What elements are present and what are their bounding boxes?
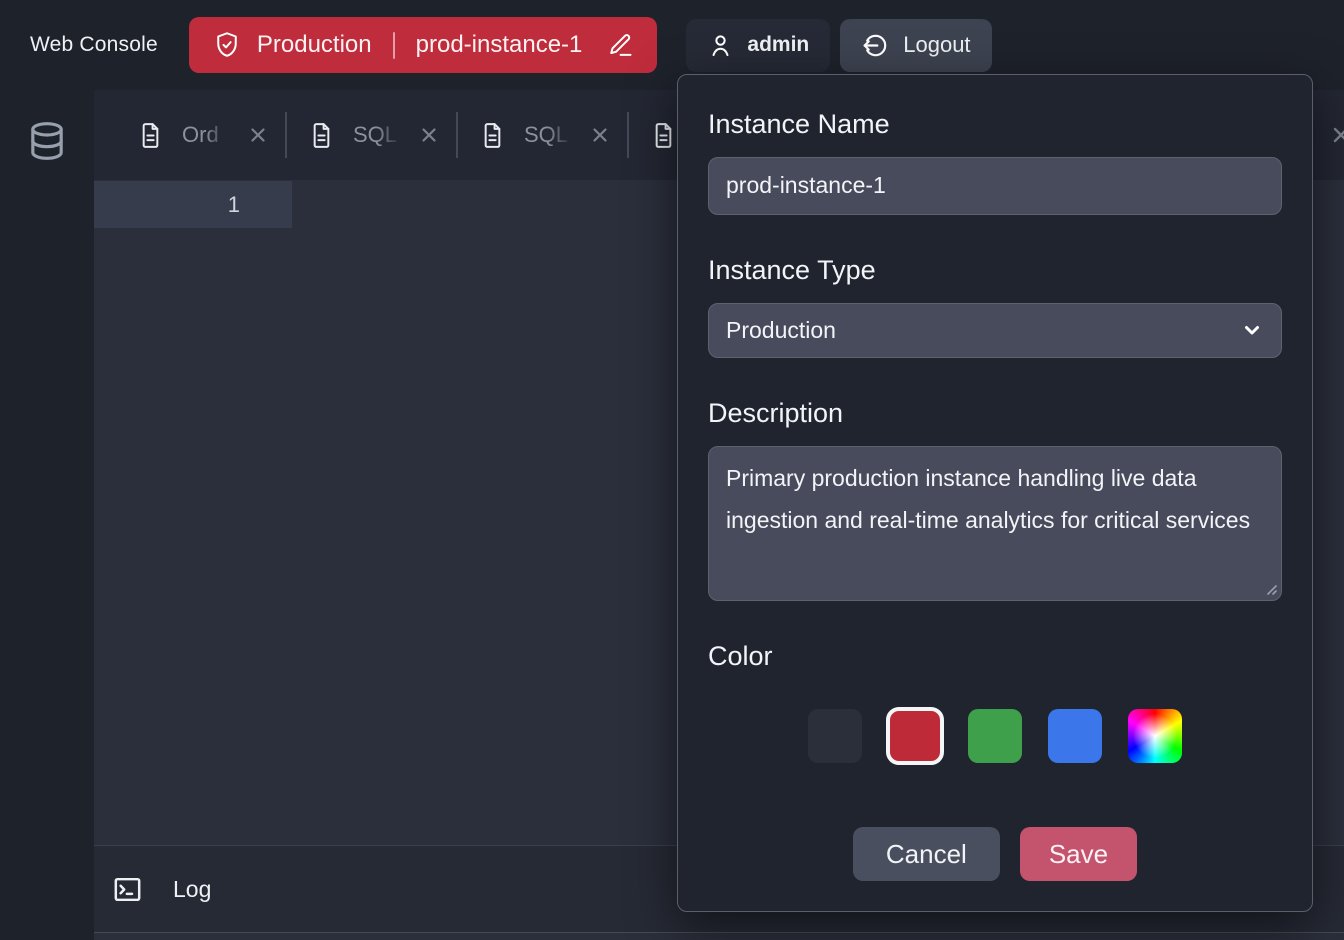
terminal-icon xyxy=(111,873,144,906)
tab-label: Ord xyxy=(182,122,234,148)
instance-name-input[interactable] xyxy=(708,157,1282,215)
logout-icon xyxy=(861,31,890,60)
description-textarea[interactable]: Primary production instance handling liv… xyxy=(708,446,1282,601)
modal-button-row: Cancel Save xyxy=(708,827,1282,881)
log-label: Log xyxy=(173,876,211,903)
instance-type-field-label: Instance Type xyxy=(708,255,1282,286)
instance-type-select[interactable]: Production xyxy=(708,303,1282,358)
environment-badge[interactable]: Production prod-instance-1 xyxy=(189,17,658,73)
description-wrap: Primary production instance handling liv… xyxy=(708,446,1282,601)
environment-label: Production xyxy=(257,31,372,59)
tab-1[interactable]: Ord xyxy=(94,121,285,150)
tab-3[interactable]: SQL xyxy=(458,121,627,150)
tab-label: SQL xyxy=(353,122,405,148)
tab-label: SQL xyxy=(524,122,576,148)
username: admin xyxy=(747,33,809,57)
sidebar xyxy=(0,90,94,940)
color-field-label: Color xyxy=(708,641,1282,672)
file-icon xyxy=(480,121,505,150)
description-field-label: Description xyxy=(708,398,1282,429)
save-button[interactable]: Save xyxy=(1020,827,1137,881)
color-swatch-rainbow[interactable] xyxy=(1128,709,1182,763)
edit-icon[interactable] xyxy=(606,31,634,59)
file-icon xyxy=(138,121,163,150)
user-chip: admin xyxy=(686,19,830,72)
color-swatch-default[interactable] xyxy=(808,709,862,763)
badge-separator xyxy=(393,32,395,59)
editor-line-number[interactable]: 1 xyxy=(94,181,292,228)
close-icon[interactable] xyxy=(418,124,440,146)
color-swatch-row xyxy=(708,709,1282,763)
web-console-app: Web Console Production prod-instance-1 xyxy=(0,0,1344,940)
shield-check-icon xyxy=(212,30,242,60)
file-icon xyxy=(309,121,334,150)
log-panel-edge xyxy=(94,932,1344,940)
close-icon[interactable] xyxy=(1329,123,1344,147)
cancel-button[interactable]: Cancel xyxy=(853,827,1000,881)
chevron-down-icon xyxy=(1240,318,1264,342)
close-icon[interactable] xyxy=(589,124,611,146)
close-icon[interactable] xyxy=(247,124,269,146)
instance-settings-modal: Instance Name Instance Type Production D… xyxy=(677,74,1313,912)
logout-label: Logout xyxy=(903,32,970,58)
instance-name-field-label: Instance Name xyxy=(708,109,1282,140)
user-icon xyxy=(707,32,734,59)
logout-button[interactable]: Logout xyxy=(840,19,991,72)
color-swatch-green[interactable] xyxy=(968,709,1022,763)
color-swatch-red[interactable] xyxy=(886,707,944,765)
resize-handle-icon[interactable] xyxy=(1264,582,1277,595)
instance-type-value: Production xyxy=(726,317,836,344)
color-swatch-blue[interactable] xyxy=(1048,709,1102,763)
database-icon[interactable] xyxy=(27,118,67,940)
app-title: Web Console xyxy=(30,33,158,57)
tab-2[interactable]: SQL xyxy=(287,121,456,150)
file-icon xyxy=(651,121,676,150)
instance-name-label: prod-instance-1 xyxy=(416,31,583,59)
